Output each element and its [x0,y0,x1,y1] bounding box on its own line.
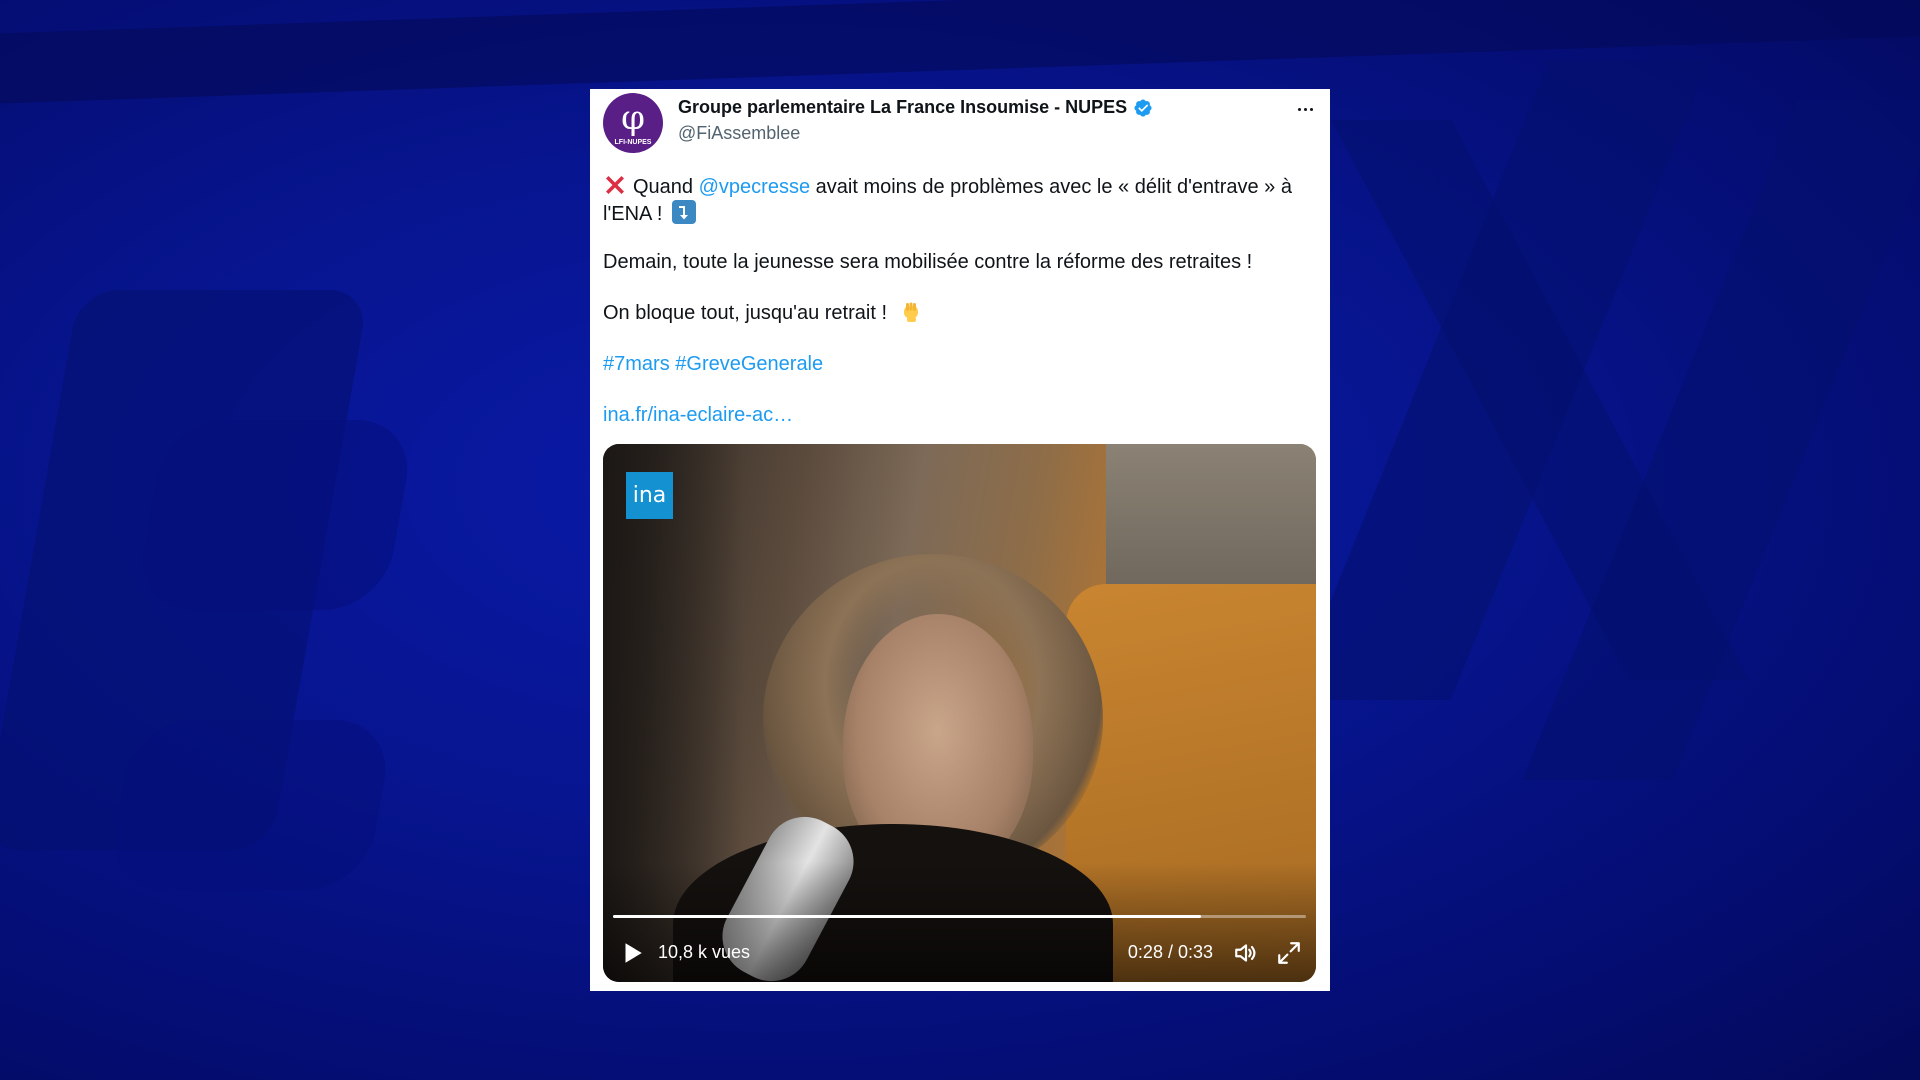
hashtag-grevegenerale[interactable]: #GreveGenerale [675,353,823,375]
tweet-paragraph-3-text: On bloque tout, jusqu'au retrait ! [603,302,887,324]
cross-mark-icon [606,176,624,194]
video-progress-fill [613,915,1201,918]
play-icon[interactable] [619,940,645,966]
view-count: 10,8 k vues [658,942,751,962]
video-progress-bar[interactable] [613,915,1306,918]
tweet-paragraph-1: Quand @vpecresse avait moins de problème… [603,173,1323,227]
tweet-text-before-mention: Quand [633,176,694,198]
external-link: ina.fr/ina-eclaire-ac… [603,402,1323,428]
more-options-icon[interactable] [1294,99,1316,119]
avatar-label: LFI-NUPES [614,139,652,146]
arrow-down-icon [671,200,696,224]
hashtags: #7mars #GreveGenerale [603,351,1323,377]
account-handle[interactable]: @FiAssemblee [678,123,800,144]
video-player[interactable]: ina 10,8 k vues 0:28 / 0:33 [603,444,1316,982]
video-controls: 10,8 k vues 0:28 / 0:33 [603,938,1316,968]
volume-icon[interactable] [1232,940,1260,966]
avatar-logo-icon: φ [621,98,645,138]
mention-link[interactable]: @vpecresse [699,176,810,198]
verified-badge-icon [1134,98,1152,117]
account-name[interactable]: Groupe parlementaire La France Insoumise… [678,97,1127,118]
raised-fist-icon [903,302,918,322]
ina-link[interactable]: ina.fr/ina-eclaire-ac… [603,404,793,426]
video-time: 0:28 / 0:33 [1127,942,1213,962]
avatar[interactable]: φ LFI-NUPES [603,93,663,153]
tweet-card: φ LFI-NUPES Groupe parlementaire La Fran… [590,89,1330,991]
tweet-paragraph-3: On bloque tout, jusqu'au retrait ! [603,300,1323,326]
hashtag-7mars[interactable]: #7mars [603,353,670,375]
ina-logo: ina [626,472,673,519]
tweet-paragraph-2: Demain, toute la jeunesse sera mobilisée… [603,251,1253,273]
fullscreen-icon[interactable] [1276,940,1302,966]
account-name-row: Groupe parlementaire La France Insoumise… [678,97,1153,118]
